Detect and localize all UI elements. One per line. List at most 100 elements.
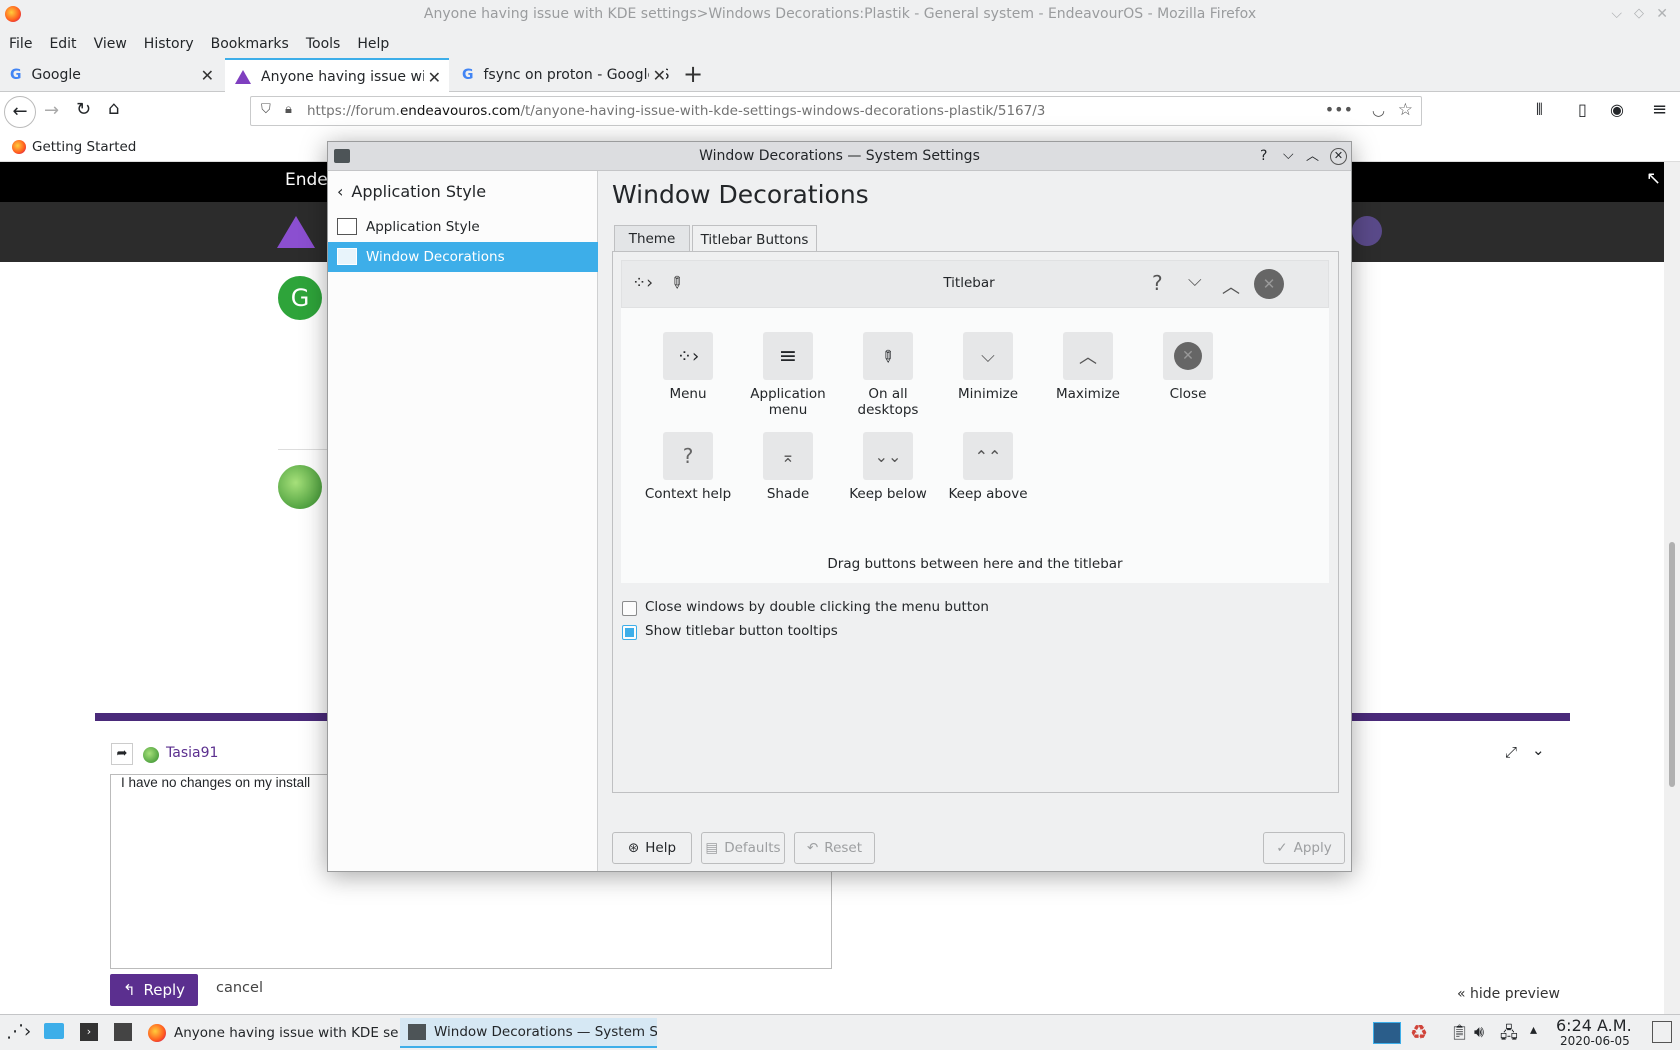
lock-icon[interactable]: 🔒︎	[285, 102, 292, 117]
volume-icon[interactable]: 🔊︎	[1474, 1022, 1484, 1042]
sidebar-toggle-icon[interactable]: ▯	[1578, 100, 1587, 119]
defaults-button[interactable]: ▤ Defaults	[701, 832, 785, 864]
terminal-icon[interactable]: ›	[80, 1023, 98, 1041]
pager-icon[interactable]	[1373, 1022, 1401, 1044]
bookmark-getting-started[interactable]: Getting Started	[32, 139, 136, 155]
button-close[interactable]: ✕ Close	[1138, 332, 1238, 402]
task-system-settings[interactable]: Window Decorations — System S...	[400, 1018, 657, 1048]
sidebar-item-application-style[interactable]: Application Style	[328, 212, 598, 242]
menu-view[interactable]: View	[94, 36, 127, 52]
close-double-click-label[interactable]: Close windows by double clicking the men…	[645, 599, 989, 615]
reply-arrow-icon[interactable]: ➦	[111, 743, 133, 765]
network-icon[interactable]: 🖧︎	[1500, 1022, 1518, 1049]
menu-history[interactable]: History	[144, 36, 194, 52]
page-scrollbar[interactable]	[1664, 162, 1680, 1014]
show-tooltips-label[interactable]: Show titlebar button tooltips	[645, 623, 838, 639]
menu-tools[interactable]: Tools	[306, 36, 341, 52]
user-avatar-icon[interactable]	[1352, 216, 1382, 246]
task-label: Window Decorations — System S...	[434, 1024, 657, 1040]
tab-endeavouros[interactable]: Anyone having issue with ✕	[225, 58, 449, 93]
menu-bookmarks[interactable]: Bookmarks	[211, 36, 289, 52]
button-keep-below[interactable]: ⌄⌄ Keep below	[838, 432, 938, 502]
task-firefox[interactable]: Anyone having issue with KDE sett...	[140, 1018, 398, 1048]
user-avatar-g[interactable]: G	[278, 276, 322, 320]
bookmark-star-icon[interactable]: ☆	[1398, 100, 1413, 120]
menu-file[interactable]: File	[9, 36, 32, 52]
clipboard-icon[interactable]: 📋︎	[1450, 1023, 1469, 1041]
new-tab-icon[interactable]: +	[683, 60, 703, 88]
collapse-icon[interactable]: ⌄	[1532, 741, 1545, 759]
button-application-menu[interactable]: ≡ Application menu	[738, 332, 838, 418]
close-tab-icon[interactable]: ✕	[201, 66, 214, 85]
close-tab-icon[interactable]: ✕	[423, 68, 441, 87]
tab-titlebar-buttons[interactable]: Titlebar Buttons	[692, 225, 817, 253]
clock-date[interactable]: 2020-06-05	[1560, 1034, 1630, 1048]
tab-theme[interactable]: Theme	[614, 225, 690, 252]
close-double-click-checkbox[interactable]	[622, 601, 637, 616]
help-button[interactable]: ⊛ Help	[612, 832, 692, 864]
button-shade[interactable]: ⌅ Shade	[738, 432, 838, 502]
button-label: Keep below	[849, 486, 927, 502]
tab-google[interactable]: G Google ✕	[0, 58, 222, 92]
url-path: /t/anyone-having-issue-with-kde-settings…	[520, 103, 1046, 119]
library-icon[interactable]: ⫴	[1536, 100, 1543, 120]
reply-button[interactable]: ↰ Reply	[110, 974, 198, 1006]
button-menu[interactable]: ⁘› Menu	[638, 332, 738, 402]
menu-help[interactable]: Help	[357, 36, 389, 52]
close-button-icon[interactable]: ✕	[1254, 269, 1284, 299]
dialog-help-icon[interactable]: ?	[1260, 142, 1267, 171]
file-manager-icon[interactable]	[44, 1023, 64, 1039]
account-icon[interactable]: ◉	[1610, 100, 1624, 119]
reply-username[interactable]: Tasia91	[166, 745, 218, 761]
maximize-button-icon[interactable]: ︿	[1222, 273, 1240, 299]
sidebar-item-window-decorations[interactable]: Window Decorations	[328, 242, 598, 272]
open-menu-icon[interactable]: ≡	[1652, 99, 1667, 120]
button-context-help[interactable]: ? Context help	[638, 432, 738, 502]
button-minimize[interactable]: ⌵ Minimize	[938, 332, 1038, 402]
dialog-minimize-icon[interactable]: ⌵	[1283, 141, 1294, 170]
endeavouros-logo-icon[interactable]	[277, 216, 315, 248]
pin-button-icon[interactable]: ✎	[665, 271, 688, 294]
home-icon[interactable]: ⌂	[108, 98, 119, 119]
scrollbar-thumb[interactable]	[1669, 542, 1675, 787]
apply-button[interactable]: ✓ Apply	[1263, 832, 1345, 864]
button-label: On all desktops	[857, 386, 919, 418]
clock-time[interactable]: 6:24 A.M.	[1556, 1016, 1632, 1035]
button-label: Maximize	[1056, 386, 1120, 402]
available-buttons-area[interactable]: ⁘› Menu ≡ Application menu ✎ On all desk…	[621, 308, 1329, 583]
settings-app-icon[interactable]	[114, 1023, 132, 1041]
minimize-button-icon[interactable]: ⌵	[1188, 270, 1202, 291]
back-icon[interactable]: ←	[4, 96, 36, 128]
dialog-maximize-icon[interactable]: ︿	[1306, 142, 1319, 171]
pocket-icon[interactable]: ◡	[1372, 101, 1385, 119]
reset-button[interactable]: ↶ Reset	[794, 832, 875, 864]
forward-icon[interactable]: →	[44, 100, 59, 121]
minimize-window-icon[interactable]: ⌵	[1611, 0, 1622, 28]
button-maximize[interactable]: ︿ Maximize	[1038, 332, 1138, 402]
hide-preview-link[interactable]: « hide preview	[1457, 986, 1560, 1002]
maximize-window-icon[interactable]: ◇	[1634, 0, 1644, 28]
update-notifier-icon[interactable]: ♻	[1410, 1020, 1428, 1044]
help-button-icon[interactable]: ?	[1152, 271, 1163, 295]
menu-button-icon[interactable]: ⁘›	[632, 273, 653, 293]
application-launcher-icon[interactable]: ⋰›	[6, 1021, 31, 1042]
close-tab-icon[interactable]: ✕	[648, 66, 666, 85]
dialog-close-icon[interactable]: ✕	[1330, 148, 1347, 165]
show-desktop-icon[interactable]	[1652, 1021, 1672, 1043]
cancel-link[interactable]: cancel	[216, 980, 263, 996]
button-on-all-desktops[interactable]: ✎ On all desktops	[838, 332, 938, 418]
url-bar[interactable]: ⛉ 🔒︎ https://forum. endeavouros.com/t/any…	[250, 96, 1422, 126]
tab-fsync[interactable]: G fsync on proton - Google S ✕	[452, 58, 674, 92]
tray-expand-icon[interactable]: ▴	[1530, 1022, 1537, 1038]
button-keep-above[interactable]: ⌃⌃ Keep above	[938, 432, 1038, 502]
page-actions-icon[interactable]: •••	[1325, 100, 1353, 119]
show-tooltips-checkbox[interactable]	[622, 625, 637, 640]
titlebar-preview[interactable]: ⁘› ✎ Titlebar ? ⌵ ︿ ✕	[621, 260, 1329, 308]
user-avatar-leaf[interactable]	[278, 465, 322, 509]
close-window-icon[interactable]: ✕	[1656, 0, 1668, 28]
reload-icon[interactable]: ↻	[76, 99, 91, 120]
back-to-application-style[interactable]: ‹ Application Style	[337, 182, 486, 201]
expand-icon[interactable]: ⤢	[1505, 743, 1517, 761]
shield-icon[interactable]: ⛉	[261, 102, 271, 117]
menu-edit[interactable]: Edit	[49, 36, 76, 52]
